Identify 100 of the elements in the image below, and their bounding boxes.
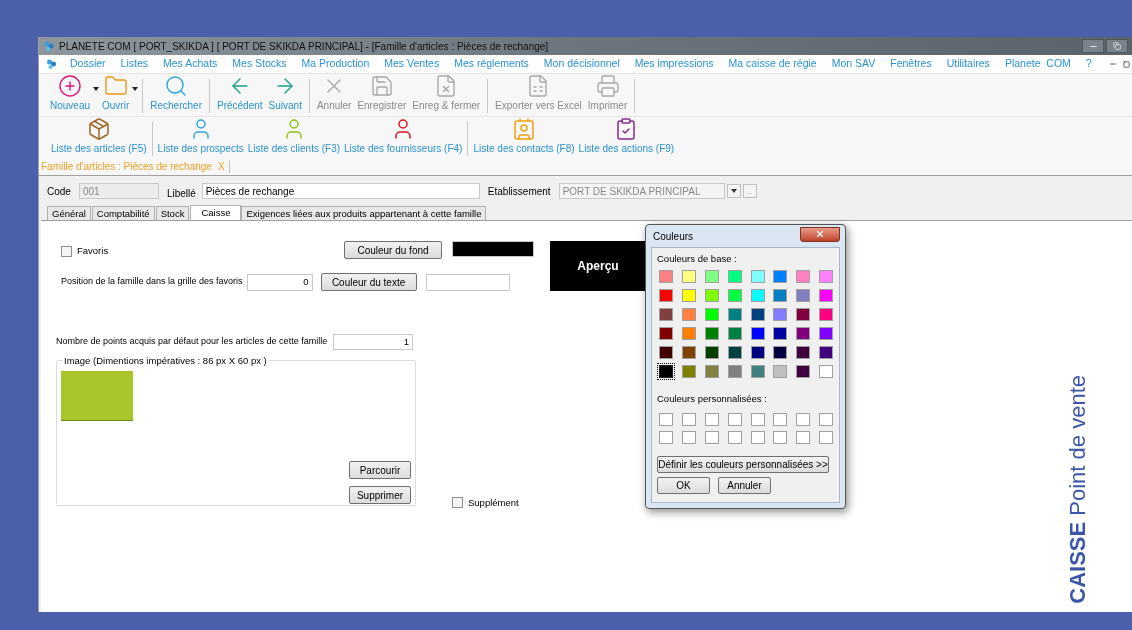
delete-button[interactable]: Supprimer (349, 486, 411, 504)
color-swatch[interactable] (773, 308, 788, 322)
cancel-button[interactable]: Annuler (718, 476, 771, 494)
color-swatch[interactable] (819, 308, 834, 322)
browse-button[interactable]: Parcourir (349, 461, 411, 479)
color-swatch[interactable] (681, 365, 696, 379)
menu-item[interactable]: Ma caisse de régie (728, 56, 817, 72)
menu-item[interactable]: Mes Achats (163, 56, 218, 72)
menu-item[interactable]: Utilitaires (946, 56, 990, 72)
color-swatch[interactable] (681, 346, 696, 360)
color-swatch[interactable] (819, 327, 834, 341)
color-swatch[interactable] (659, 327, 673, 341)
background-color-button[interactable]: Couleur du fond (344, 241, 442, 259)
custom-color-swatch[interactable] (727, 412, 742, 426)
toolbar-button[interactable]: Suivant (265, 74, 305, 113)
color-swatch[interactable] (659, 289, 673, 303)
document-tab[interactable]: Famille d'articles : Pièces de rechange (41, 159, 212, 174)
menu-item[interactable]: Ma Production (301, 56, 370, 72)
color-swatch[interactable] (796, 308, 811, 322)
minimize-icon[interactable] (1109, 60, 1117, 68)
color-swatch[interactable] (796, 289, 811, 303)
color-swatch[interactable] (659, 365, 673, 379)
color-swatch[interactable] (819, 346, 834, 360)
color-swatch[interactable] (659, 308, 673, 322)
close-button[interactable] (800, 226, 840, 242)
restore-button[interactable] (1106, 39, 1128, 53)
color-swatch[interactable] (819, 270, 834, 284)
color-swatch[interactable] (750, 270, 765, 284)
menu-item[interactable]: Listes (120, 56, 149, 72)
menu-item[interactable]: Fenêtres (890, 56, 932, 72)
supplement-checkbox[interactable] (452, 497, 463, 509)
text-color-button[interactable]: Couleur du texte (320, 273, 417, 291)
color-swatch[interactable] (796, 346, 811, 360)
color-swatch[interactable] (681, 327, 696, 341)
quick-link[interactable]: Liste des articles (F5) (49, 117, 149, 156)
menu-item[interactable]: Mes impressions (634, 56, 714, 72)
color-swatch[interactable] (659, 270, 673, 284)
tab[interactable]: Caisse (190, 205, 242, 221)
quick-link[interactable]: Liste des prospects (155, 117, 246, 156)
quick-link[interactable]: Liste des fournisseurs (F4) (342, 117, 465, 156)
color-swatch[interactable] (704, 365, 719, 379)
custom-color-swatch[interactable] (750, 412, 765, 426)
color-swatch[interactable] (773, 365, 788, 379)
custom-color-swatch[interactable] (750, 430, 765, 444)
toolbar-button[interactable]: Ouvrir (99, 74, 133, 113)
dropdown-button[interactable] (726, 184, 741, 198)
menu-item[interactable]: ? (1085, 56, 1092, 72)
color-swatch[interactable] (704, 308, 719, 322)
color-swatch[interactable] (681, 270, 696, 284)
color-swatch[interactable] (773, 289, 788, 303)
favoris-checkbox[interactable] (61, 245, 72, 257)
color-swatch[interactable] (704, 346, 719, 360)
color-swatch[interactable] (727, 289, 742, 303)
custom-color-swatch[interactable] (704, 412, 719, 426)
color-swatch[interactable] (773, 327, 788, 341)
menu-item[interactable]: Planete COM (1004, 56, 1071, 72)
custom-color-swatch[interactable] (659, 412, 673, 426)
restore-icon[interactable] (1123, 60, 1130, 68)
color-swatch[interactable] (819, 289, 834, 303)
custom-color-swatch[interactable] (819, 412, 834, 426)
color-swatch[interactable] (704, 327, 719, 341)
tab[interactable]: Comptabilité (91, 206, 155, 220)
menu-item[interactable]: Mes Ventes (384, 56, 440, 72)
menu-item[interactable]: Mon décisionnel (543, 56, 620, 72)
dropdown-caret-icon[interactable] (132, 86, 139, 91)
color-swatch[interactable] (773, 346, 788, 360)
menu-item[interactable]: Mes Stocks (232, 56, 287, 72)
custom-color-swatch[interactable] (681, 430, 696, 444)
custom-color-swatch[interactable] (659, 430, 673, 444)
color-swatch[interactable] (704, 270, 719, 284)
color-swatch[interactable] (750, 308, 765, 322)
minimize-button[interactable] (1082, 39, 1104, 53)
quick-link[interactable]: Liste des actions (F9) (576, 117, 677, 156)
toolbar-button[interactable]: Rechercher (147, 74, 205, 113)
tab-close-button[interactable]: X (217, 159, 225, 174)
color-swatch[interactable] (796, 270, 811, 284)
dropdown-caret-icon[interactable] (93, 86, 100, 91)
color-swatch[interactable] (750, 327, 765, 341)
color-swatch[interactable] (681, 289, 696, 303)
custom-color-swatch[interactable] (704, 430, 719, 444)
color-swatch[interactable] (681, 308, 696, 322)
custom-color-swatch[interactable] (681, 412, 696, 426)
menu-item[interactable]: Mon SAV (831, 56, 876, 72)
color-swatch[interactable] (727, 346, 742, 360)
custom-color-swatch[interactable] (773, 412, 788, 426)
toolbar-button[interactable]: Nouveau (47, 74, 94, 113)
tab[interactable]: Général (47, 206, 91, 220)
color-swatch[interactable] (750, 346, 765, 360)
custom-color-swatch[interactable] (773, 430, 788, 444)
color-swatch[interactable] (727, 327, 742, 341)
color-swatch[interactable] (819, 365, 834, 379)
custom-color-swatch[interactable] (796, 412, 811, 426)
color-swatch[interactable] (773, 270, 788, 284)
toolbar-button[interactable]: Précédent (213, 74, 266, 113)
ok-button[interactable]: OK (657, 476, 710, 494)
custom-color-swatch[interactable] (727, 430, 742, 444)
menu-item[interactable]: Dossier (70, 56, 106, 72)
color-swatch[interactable] (750, 365, 765, 379)
color-swatch[interactable] (727, 308, 742, 322)
color-swatch[interactable] (659, 346, 673, 360)
